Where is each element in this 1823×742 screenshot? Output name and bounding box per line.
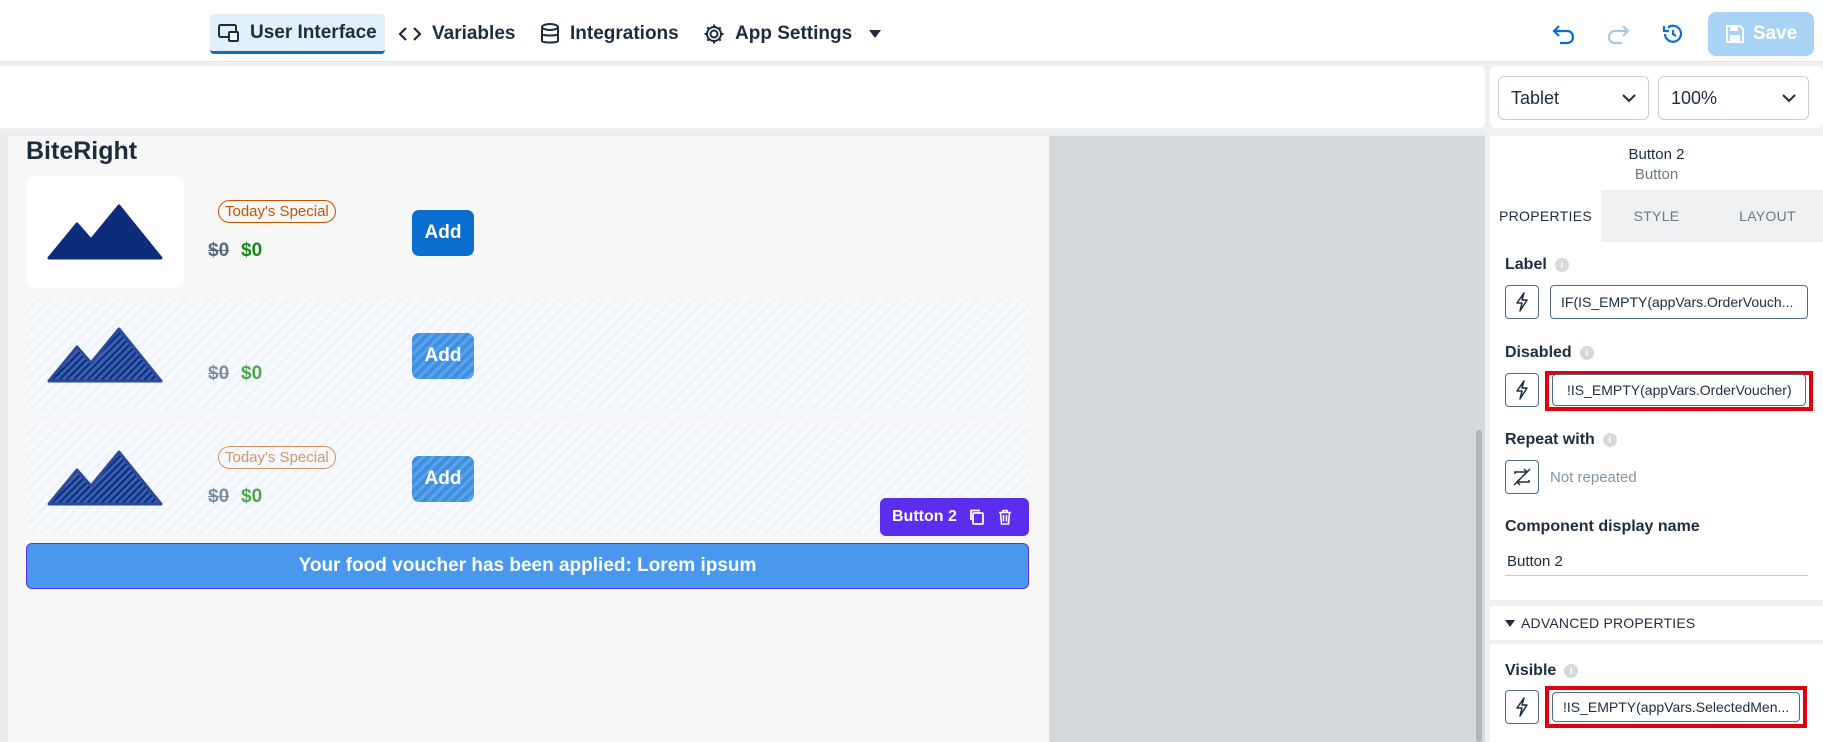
voucher-button[interactable]: Your food voucher has been applied: Lore…	[26, 543, 1029, 589]
formula-bolt-button[interactable]	[1505, 373, 1539, 407]
info-icon[interactable]: i	[1579, 346, 1594, 360]
tab-properties[interactable]: PROPERTIES	[1490, 190, 1601, 242]
image-placeholder	[26, 176, 184, 288]
disabled-property-text: Disabled	[1505, 344, 1572, 361]
mountain-image-icon	[47, 327, 163, 383]
tab-style[interactable]: STYLE	[1601, 190, 1712, 242]
tab-integrations-label: Integrations	[570, 23, 679, 44]
code-icon	[398, 27, 422, 41]
image-placeholder	[26, 422, 184, 534]
tab-user-interface[interactable]: User Interface	[210, 14, 385, 54]
chevron-down-icon	[1622, 93, 1636, 102]
app-brand-title: BiteRight	[26, 137, 138, 165]
new-price: $0	[241, 240, 263, 261]
advanced-properties-toggle[interactable]: ADVANCED PROPERTIES	[1490, 600, 1823, 640]
properties-panel: Button 2 Button PROPERTIES STYLE LAYOUT …	[1490, 136, 1823, 742]
lightning-icon	[1516, 697, 1528, 717]
tab-layout[interactable]: LAYOUT	[1712, 190, 1823, 242]
tab-integrations[interactable]: Integrations	[532, 14, 687, 54]
save-button[interactable]: Save	[1708, 12, 1814, 56]
repeat-property-title: Repeat with i	[1505, 431, 1617, 449]
device-select-value: Tablet	[1511, 87, 1560, 108]
menu-item-card[interactable]: Today's Special $0 $0 Add	[26, 176, 1029, 288]
new-price: $0	[241, 363, 263, 384]
new-price: $0	[241, 486, 263, 507]
info-icon[interactable]: i	[1602, 433, 1617, 447]
tab-variables[interactable]: Variables	[390, 14, 523, 54]
disabled-property-title: Disabled i	[1505, 344, 1594, 362]
visible-property-title: Visible i	[1505, 662, 1579, 680]
canvas-scrollbar[interactable]	[1476, 430, 1482, 742]
formula-bolt-button[interactable]	[1505, 285, 1539, 319]
zoom-select[interactable]: 100%	[1658, 76, 1809, 120]
advanced-properties-label: ADVANCED PROPERTIES	[1521, 615, 1696, 631]
save-button-label: Save	[1752, 23, 1798, 44]
mountain-image-icon	[47, 204, 163, 260]
database-icon	[541, 23, 559, 44]
add-button[interactable]: Add	[412, 210, 474, 256]
caret-down-icon[interactable]	[868, 29, 882, 39]
add-button[interactable]: Add	[412, 333, 474, 379]
tab-variables-label: Variables	[432, 23, 516, 44]
display-name-input[interactable]: Button 2	[1505, 548, 1808, 576]
visible-property-text: Visible	[1505, 662, 1557, 679]
canvas-toolbar	[0, 66, 1485, 128]
selected-component-tag[interactable]: Button 2	[880, 498, 1029, 536]
tab-app-settings-label: App Settings	[735, 23, 853, 44]
disabled-formula-field[interactable]: !IS_EMPTY(appVars.OrderVoucher)	[1552, 374, 1806, 406]
image-placeholder	[26, 299, 184, 411]
component-name: Button 2	[1628, 146, 1685, 163]
no-repeat-icon	[1513, 468, 1531, 486]
repeat-property-text: Repeat with	[1505, 431, 1595, 448]
panel-header: Button 2 Button	[1490, 136, 1823, 188]
add-button[interactable]: Add	[412, 456, 474, 502]
duplicate-icon[interactable]	[969, 509, 985, 525]
display-name-title: Component display name	[1505, 518, 1700, 535]
label-property-text: Label	[1505, 256, 1547, 273]
tab-user-interface-label: User Interface	[250, 21, 377, 43]
component-type: Button	[1634, 166, 1679, 183]
canvas-background	[1049, 136, 1485, 742]
section-divider	[1490, 640, 1823, 644]
lightning-icon	[1516, 380, 1528, 400]
selected-component-label: Button 2	[892, 508, 957, 525]
trash-icon[interactable]	[997, 509, 1013, 525]
repeat-value: Not repeated	[1550, 469, 1637, 486]
panel-tabs: PROPERTIES STYLE LAYOUT	[1490, 190, 1823, 242]
device-select[interactable]: Tablet	[1498, 76, 1649, 120]
redo-icon[interactable]	[1602, 18, 1634, 50]
save-icon	[1725, 25, 1744, 43]
chevron-down-icon	[1782, 93, 1796, 102]
gear-icon	[704, 24, 724, 44]
ui-design-icon	[218, 23, 239, 42]
special-badge: Today's Special	[218, 200, 336, 223]
old-price: $0	[208, 240, 230, 261]
label-formula-field[interactable]: IF(IS_EMPTY(appVars.OrderVouch...	[1550, 285, 1808, 319]
old-price: $0	[208, 363, 230, 384]
info-icon[interactable]: i	[1564, 664, 1579, 678]
caret-down-icon	[1505, 619, 1515, 627]
info-icon[interactable]: i	[1554, 258, 1569, 272]
special-badge: Today's Special	[218, 446, 336, 469]
history-icon[interactable]	[1657, 18, 1689, 50]
menu-item-card[interactable]: $0 $0 Add	[26, 299, 1029, 411]
menu-item-card[interactable]: Today's Special $0 $0 Add	[26, 422, 1029, 534]
undo-icon[interactable]	[1548, 18, 1580, 50]
tab-app-settings[interactable]: App Settings	[695, 14, 890, 54]
visible-formula-field[interactable]: !IS_EMPTY(appVars.SelectedMen...	[1552, 692, 1800, 722]
mountain-image-icon	[47, 450, 163, 506]
repeat-toggle-button[interactable]	[1505, 460, 1539, 494]
lightning-icon	[1516, 292, 1528, 312]
zoom-select-value: 100%	[1671, 87, 1718, 108]
old-price: $0	[208, 486, 230, 507]
formula-bolt-button[interactable]	[1505, 690, 1539, 724]
label-property-title: Label i	[1505, 256, 1569, 274]
